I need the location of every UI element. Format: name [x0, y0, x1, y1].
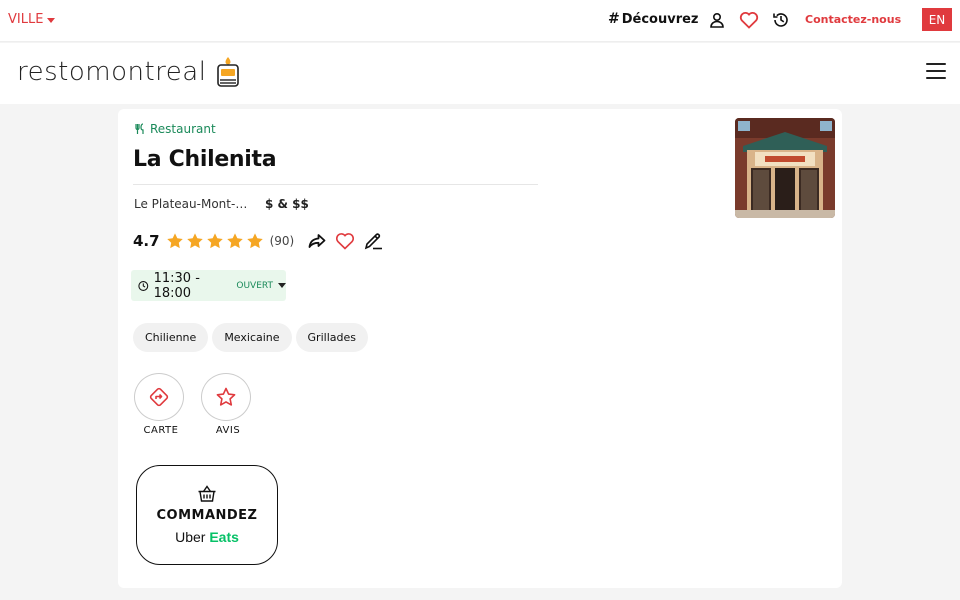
- ubereats-logo: Uber Eats: [175, 529, 239, 545]
- edit-pencil-icon[interactable]: [362, 230, 384, 252]
- clock-icon: [138, 280, 149, 291]
- logo[interactable]: restomontreal: [17, 56, 240, 88]
- rating-row: 4.7 (90): [133, 229, 390, 253]
- opening-hours[interactable]: 11:30 - 18:00 Ouvert: [131, 270, 286, 301]
- storefront-image: [735, 118, 835, 218]
- anniversary-badge-icon: [217, 57, 240, 87]
- rating-value: 4.7: [133, 232, 160, 250]
- user-icon[interactable]: [707, 10, 727, 30]
- share-icon[interactable]: [306, 230, 328, 252]
- order-label: COMMANDEZ: [156, 508, 258, 523]
- star-icon: [206, 233, 223, 249]
- city-selector[interactable]: VILLE: [8, 12, 56, 27]
- discover-link[interactable]: # Découvrez: [608, 11, 699, 27]
- star-icon: [186, 233, 203, 249]
- cuisine-tag[interactable]: Chilienne: [133, 323, 209, 352]
- city-label: VILLE: [8, 12, 44, 27]
- restaurant-name: La Chilenita: [133, 147, 277, 172]
- order-ubereats-button[interactable]: COMMANDEZ Uber Eats: [136, 465, 278, 565]
- star-icon: [226, 233, 243, 249]
- menu-icon[interactable]: [926, 63, 946, 79]
- map-button[interactable]: [134, 373, 184, 421]
- category-text: Restaurant: [150, 122, 216, 136]
- utensils-icon: [135, 123, 144, 134]
- caret-down-icon: [47, 17, 56, 23]
- star-outline-icon: [216, 387, 236, 406]
- language-button[interactable]: EN: [922, 8, 952, 31]
- discover-label: Découvrez: [621, 11, 699, 27]
- hash-icon: #: [608, 11, 620, 27]
- history-icon[interactable]: [771, 10, 791, 30]
- top-bar: VILLE # Découvrez Contactez-nous EN: [0, 0, 960, 42]
- category-label: Restaurant: [134, 122, 216, 136]
- caret-down-icon: [278, 283, 286, 288]
- star-rating: [166, 232, 264, 250]
- heart-icon[interactable]: [739, 10, 759, 30]
- directions-icon: [149, 387, 169, 407]
- cuisine-tags: Chilienne Mexicaine Grillades: [133, 323, 368, 352]
- favorite-heart-icon[interactable]: [334, 230, 356, 252]
- open-status: Ouvert: [236, 280, 273, 291]
- star-icon: [166, 233, 183, 249]
- cuisine-tag[interactable]: Grillades: [295, 323, 368, 352]
- restaurant-photo[interactable]: [735, 118, 835, 218]
- logo-text: restomontreal: [17, 57, 207, 87]
- cuisine-tag[interactable]: Mexicaine: [212, 323, 292, 352]
- review-count[interactable]: (90): [270, 234, 295, 248]
- reviews-button[interactable]: [201, 373, 251, 421]
- restaurant-card: Restaurant La Chilenita Le Plateau-Mont-…: [118, 109, 842, 588]
- header: restomontreal: [0, 43, 960, 104]
- price-range: $ & $$: [265, 197, 309, 211]
- divider: [133, 184, 538, 185]
- neighborhood-link[interactable]: Le Plateau-Mont-Royal: [134, 197, 252, 211]
- hours-time: 11:30 - 18:00: [153, 270, 200, 301]
- star-icon: [246, 233, 263, 249]
- basket-icon: [198, 485, 216, 502]
- map-label: CARTE: [143, 425, 179, 436]
- contact-link[interactable]: Contactez-nous: [805, 13, 901, 26]
- reviews-label: AVIS: [215, 425, 241, 436]
